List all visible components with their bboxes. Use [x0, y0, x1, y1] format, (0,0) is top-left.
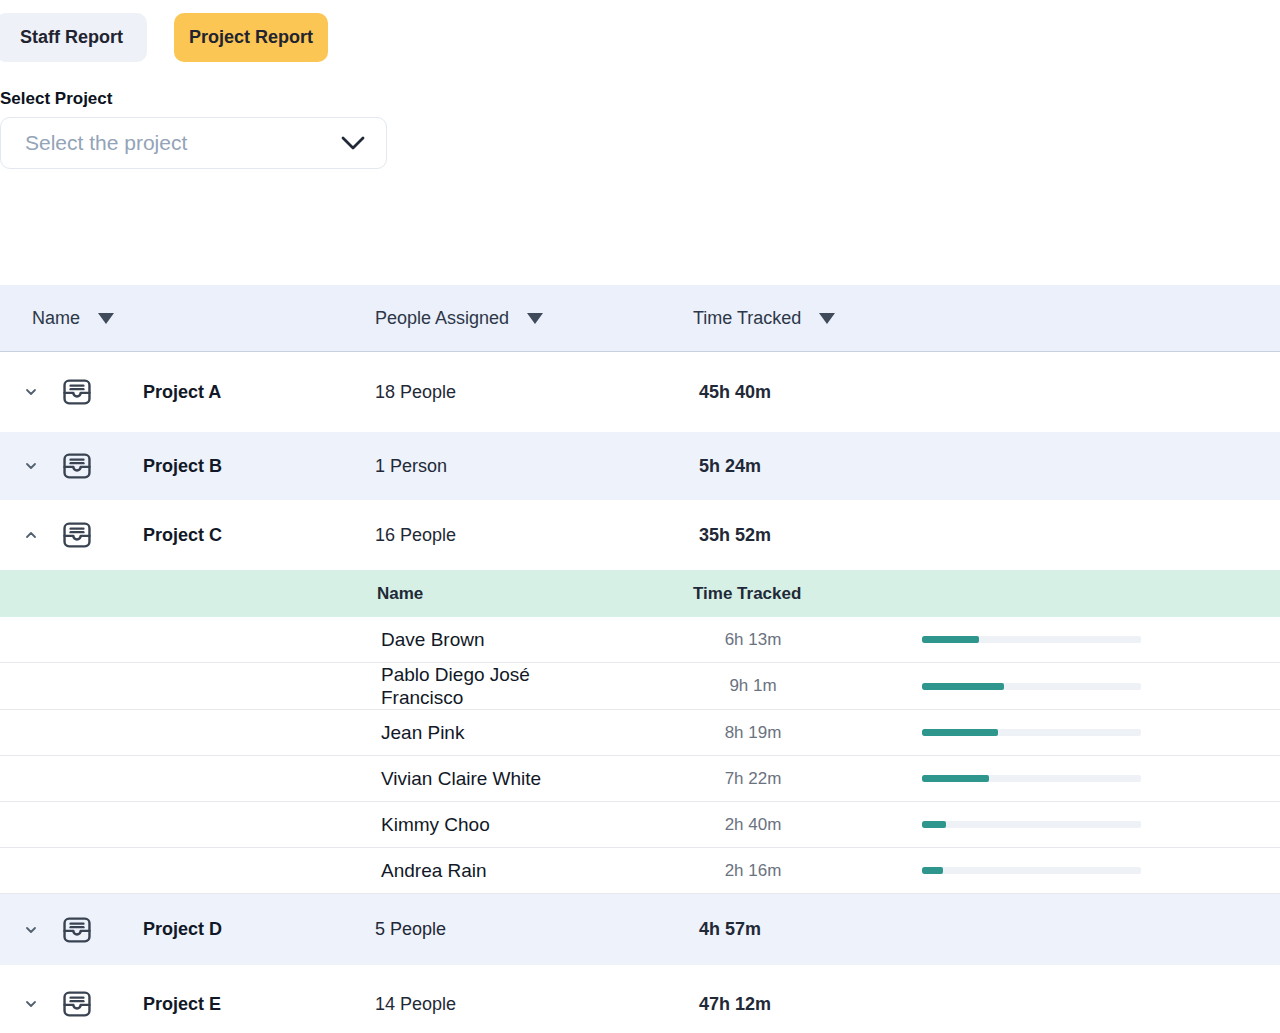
member-row: Andrea Rain 2h 16m — [0, 848, 1280, 894]
people-assigned-value: 18 People — [375, 382, 693, 403]
table-body: Project A 18 People 45h 40m Project B 1 … — [0, 352, 1280, 1033]
people-assigned-value: 14 People — [375, 994, 693, 1015]
project-row: Project B 1 Person 5h 24m — [0, 432, 1280, 500]
member-time-tracked: 2h 16m — [693, 861, 813, 881]
archive-box-icon — [60, 518, 94, 552]
progress-track — [922, 821, 1141, 828]
progress-fill — [922, 683, 1004, 690]
people-assigned-value: 1 Person — [375, 456, 693, 477]
progress-fill — [922, 729, 998, 736]
sort-triangle-icon[interactable] — [819, 313, 835, 324]
archive-box-icon — [60, 375, 94, 409]
header-people-assigned[interactable]: People Assigned — [375, 308, 693, 329]
member-header-time: Time Tracked — [693, 584, 813, 604]
project-name: Project C — [143, 525, 222, 546]
project-name-cell: Project B — [0, 449, 375, 483]
header-name[interactable]: Name — [0, 308, 375, 329]
member-time-tracked: 2h 40m — [693, 815, 813, 835]
header-time-label: Time Tracked — [693, 308, 801, 329]
time-tracked-value: 45h 40m — [693, 382, 1280, 403]
project-row: Project A 18 People 45h 40m — [0, 352, 1280, 432]
member-name: Andrea Rain — [375, 859, 575, 882]
chevron-down-icon — [340, 135, 366, 151]
project-name: Project A — [143, 382, 221, 403]
header-people-label: People Assigned — [375, 308, 509, 329]
progress-bar — [922, 729, 1141, 736]
people-assigned-value: 16 People — [375, 525, 693, 546]
progress-track — [922, 636, 1141, 643]
progress-fill — [922, 867, 943, 874]
member-table-header: Name Time Tracked — [0, 570, 1280, 617]
member-name: Vivian Claire White — [375, 767, 575, 790]
progress-bar — [922, 867, 1141, 874]
progress-track — [922, 867, 1141, 874]
header-time-tracked[interactable]: Time Tracked — [693, 308, 1280, 329]
member-row: Jean Pink 8h 19m — [0, 710, 1280, 756]
tab-project-report[interactable]: Project Report — [174, 13, 328, 62]
project-report-page: Staff Report Project Report Select Proje… — [0, 13, 1280, 1033]
table-header: Name People Assigned Time Tracked — [0, 285, 1280, 352]
project-name-cell: Project D — [0, 913, 375, 947]
progress-fill — [922, 821, 946, 828]
project-name: Project E — [143, 994, 221, 1015]
time-tracked-value: 4h 57m — [693, 919, 1280, 940]
member-time-tracked: 9h 1m — [693, 676, 813, 696]
member-name: Kimmy Choo — [375, 813, 575, 836]
archive-box-icon — [60, 987, 94, 1021]
member-header-name: Name — [375, 584, 693, 604]
member-row: Kimmy Choo 2h 40m — [0, 802, 1280, 848]
archive-box-icon — [60, 449, 94, 483]
header-name-label: Name — [32, 308, 80, 329]
progress-track — [922, 683, 1141, 690]
time-tracked-value: 5h 24m — [693, 456, 1280, 477]
progress-track — [922, 775, 1141, 782]
expand-chevron-icon[interactable] — [24, 385, 38, 399]
sort-triangle-icon[interactable] — [527, 313, 543, 324]
project-row: Project D 5 People 4h 57m — [0, 894, 1280, 965]
progress-bar — [922, 636, 1141, 643]
time-tracked-value: 35h 52m — [693, 525, 1280, 546]
expand-chevron-icon[interactable] — [24, 459, 38, 473]
member-name: Pablo Diego José Francisco — [375, 663, 575, 709]
tab-staff-report[interactable]: Staff Report — [0, 13, 147, 62]
progress-bar — [922, 821, 1141, 828]
member-time-tracked: 7h 22m — [693, 769, 813, 789]
project-row: Project E 14 People 47h 12m — [0, 965, 1280, 1033]
project-name-cell: Project E — [0, 987, 375, 1021]
progress-track — [922, 729, 1141, 736]
projects-table: Name People Assigned Time Tracked Projec… — [0, 285, 1280, 1033]
collapse-chevron-icon[interactable] — [24, 528, 38, 542]
project-select-placeholder: Select the project — [25, 131, 187, 155]
sort-triangle-icon[interactable] — [98, 313, 114, 324]
people-assigned-value: 5 People — [375, 919, 693, 940]
report-tabs: Staff Report Project Report — [0, 13, 1280, 62]
progress-bar — [922, 683, 1141, 690]
member-time-tracked: 8h 19m — [693, 723, 813, 743]
member-row: Vivian Claire White 7h 22m — [0, 756, 1280, 802]
expand-chevron-icon[interactable] — [24, 997, 38, 1011]
select-project-label: Select Project — [0, 89, 1280, 109]
progress-bar — [922, 775, 1141, 782]
expand-chevron-icon[interactable] — [24, 923, 38, 937]
project-select[interactable]: Select the project — [0, 117, 387, 169]
project-row: Project C 16 People 35h 52m — [0, 500, 1280, 570]
project-name: Project B — [143, 456, 222, 477]
member-row: Dave Brown 6h 13m — [0, 617, 1280, 663]
member-time-tracked: 6h 13m — [693, 630, 813, 650]
project-name: Project D — [143, 919, 222, 940]
project-name-cell: Project A — [0, 375, 375, 409]
member-name: Dave Brown — [375, 628, 575, 651]
project-name-cell: Project C — [0, 518, 375, 552]
time-tracked-value: 47h 12m — [693, 994, 1280, 1015]
member-name: Jean Pink — [375, 721, 575, 744]
archive-box-icon — [60, 913, 94, 947]
progress-fill — [922, 775, 989, 782]
progress-fill — [922, 636, 979, 643]
member-row: Pablo Diego José Francisco 9h 1m — [0, 663, 1280, 710]
